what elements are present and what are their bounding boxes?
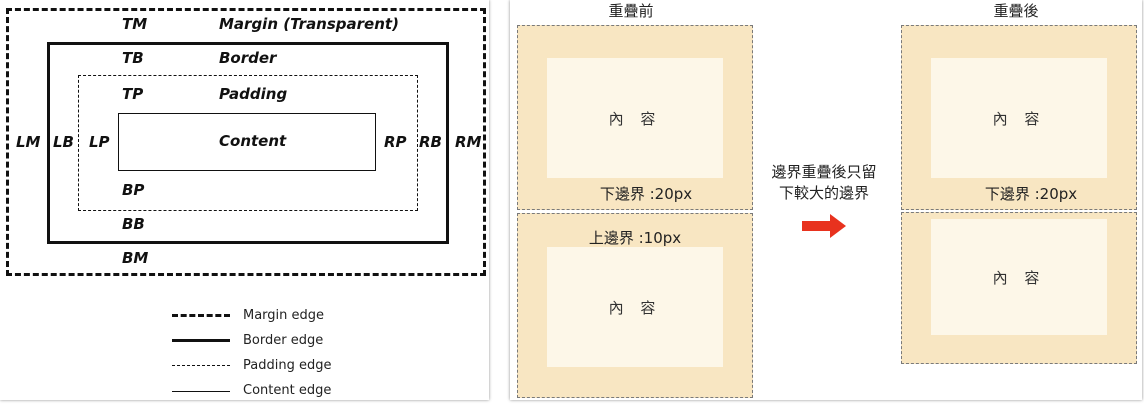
after-bottom-margin-box: 內 容 (901, 212, 1137, 364)
rp-label: RP (384, 133, 407, 151)
before-top-content-label: 內 容 (608, 109, 662, 128)
rm-label: RM (455, 133, 482, 151)
margin-label: Margin (Transparent) (219, 15, 399, 33)
before-title: 重疊前 (608, 2, 654, 20)
before-bottom-content: 內 容 (547, 247, 723, 367)
before-top-content: 內 容 (547, 58, 723, 178)
after-top-content: 內 容 (931, 58, 1107, 178)
legend-label-content: Content edge (243, 383, 332, 398)
legend-label-border: Border edge (243, 333, 324, 348)
padding-label: Padding (219, 85, 288, 103)
explanation-line-1: 邊界重疊後只留 (771, 163, 877, 181)
bp-label: BP (122, 181, 145, 199)
lm-label: LM (16, 133, 41, 151)
legend-label-margin: Margin edge (243, 308, 325, 323)
tp-label: TP (122, 85, 144, 103)
legend-label-padding: Padding edge (243, 358, 332, 373)
legend-swatch-content (172, 391, 230, 392)
after-title: 重疊後 (993, 2, 1039, 20)
lp-label: LP (89, 133, 110, 151)
margin-collapse-panel: 重疊前 內 容 下邊界 :20px 內 容 上邊界 :10px 邊界重疊後只留 … (510, 0, 1142, 400)
red-arrow-icon (802, 214, 846, 238)
explanation-line-2: 下較大的邊界 (778, 184, 869, 202)
rb-label: RB (419, 133, 442, 151)
after-top-content-label: 內 容 (992, 109, 1046, 128)
legend-swatch-padding (172, 365, 230, 366)
after-bottom-margin-label: 下邊界 :20px (984, 185, 1078, 203)
border-label: Border (219, 49, 277, 67)
after-top-margin-box: 內 容 (901, 25, 1137, 210)
box-model-panel: TM Margin (Transparent) TB Border TP Pad… (0, 0, 489, 400)
before-bottom-margin-label: 下邊界 :20px (599, 185, 693, 203)
tm-label: TM (122, 15, 148, 33)
legend-swatch-border (172, 339, 230, 342)
before-bottom-content-label: 內 容 (608, 298, 662, 317)
after-bottom-content-label: 內 容 (992, 268, 1046, 287)
red-arrow-shape (802, 214, 846, 238)
content-label: Content (219, 132, 287, 150)
legend-swatch-margin (172, 314, 230, 317)
bm-label: BM (122, 249, 149, 267)
before-top-margin-label: 上邊界 :10px (588, 229, 682, 247)
lb-label: LB (53, 133, 74, 151)
bb-label: BB (122, 215, 145, 233)
collapse-explanation: 邊界重疊後只留 下較大的邊界 (754, 162, 894, 204)
after-bottom-content: 內 容 (931, 219, 1107, 335)
tb-label: TB (122, 49, 144, 67)
before-top-margin-box: 內 容 (517, 25, 753, 210)
